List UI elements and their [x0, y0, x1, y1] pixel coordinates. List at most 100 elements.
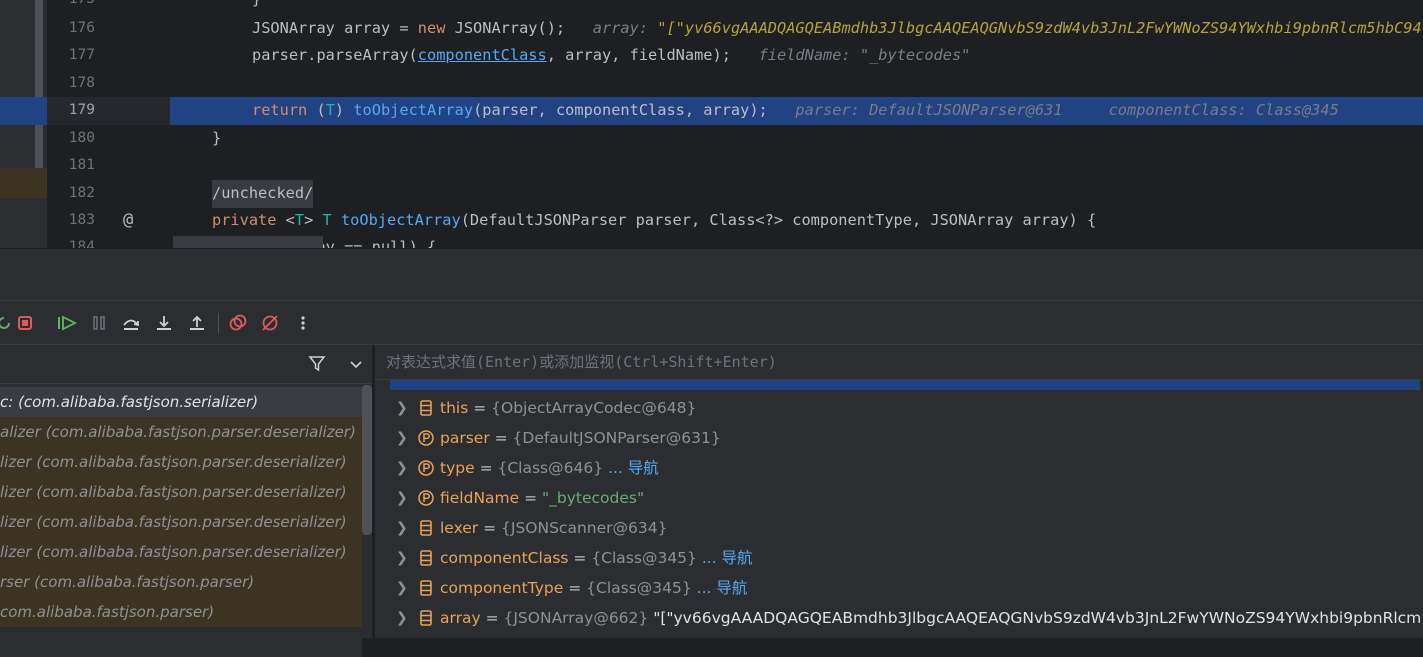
chevron-right-icon[interactable]: ❯ [396, 603, 408, 633]
param-icon [418, 460, 434, 476]
stack-frame[interactable]: lizer (com.alibaba.fastjson.parser.deser… [0, 447, 362, 477]
variable-name: type [440, 459, 475, 477]
variable-value: {Class@646} [497, 459, 604, 477]
stack-frame[interactable]: com.alibaba.fastjson.parser) [0, 597, 362, 627]
stack-frame-partial[interactable] [0, 627, 362, 657]
stack-frame[interactable]: lizer (com.alibaba.fastjson.parser.deser… [0, 477, 362, 507]
code-text: } [212, 129, 222, 147]
field-icon [420, 610, 432, 626]
variable-row[interactable]: ❯ type = {Class@646} ... 导航 [390, 453, 1420, 483]
evaluate-expression-input[interactable]: 对表达式求值(Enter)或添加监视(Ctrl+Shift+Enter) [375, 345, 1423, 380]
navigate-link[interactable]: ... 导航 [697, 579, 748, 597]
pause-button[interactable] [89, 313, 109, 333]
code-link[interactable]: componentClass [418, 46, 547, 64]
chevron-down-icon[interactable] [349, 356, 363, 375]
step-into-icon[interactable] [154, 313, 174, 333]
variable-value: {DefaultJSONParser@631} [512, 429, 721, 447]
inline-hint: parser: DefaultJSONParser@631 [795, 101, 1063, 119]
variable-row[interactable]: ❯ componentType = {Class@345} ... 导航 [390, 573, 1420, 603]
line-number: 183 [68, 212, 95, 228]
toolbar-separator [218, 313, 219, 333]
chevron-right-icon[interactable]: ❯ [396, 573, 408, 603]
code-line: 183 @ private <T> T toObjectArray(Defaul… [0, 207, 1423, 235]
stop-button[interactable] [15, 313, 35, 333]
step-out-icon[interactable] [187, 313, 207, 333]
code-line: 180 } [0, 125, 1423, 153]
param-icon [418, 430, 434, 446]
horizontal-scrollbar[interactable] [173, 236, 323, 248]
chevron-right-icon[interactable]: ❯ [396, 423, 408, 453]
execution-line: 179 return (T) toObjectArray(parser, com… [0, 97, 1423, 125]
variable-row[interactable]: ❯ lexer = {JSONScanner@634} [390, 513, 1420, 543]
inline-hint: array: [592, 19, 658, 37]
field-icon [420, 580, 432, 596]
chevron-right-icon[interactable]: ❯ [396, 393, 408, 423]
filter-icon[interactable] [308, 354, 326, 376]
code-line: 182 /unchecked/ [0, 180, 1423, 208]
inline-hint-value: "["yv66vgAAADQAGQEABmdhb3JlbgcAAQEAQGNvb… [657, 19, 1423, 37]
selected-variable-row[interactable] [390, 380, 1420, 390]
field-icon [420, 400, 432, 416]
code-line: 178 [0, 70, 1423, 98]
chevron-right-icon[interactable]: ❯ [396, 513, 408, 543]
variable-value: "_bytecodes" [542, 489, 645, 507]
debug-tool-window-header [0, 248, 1423, 301]
stack-frame[interactable]: lizer (com.alibaba.fastjson.parser.deser… [0, 507, 362, 537]
stack-frame[interactable]: lizer (com.alibaba.fastjson.parser.deser… [0, 537, 362, 567]
frames-scrollbar[interactable] [362, 385, 372, 535]
line-number: 182 [68, 185, 95, 201]
mute-breakpoints-icon[interactable] [260, 313, 280, 333]
variable-row[interactable]: ❯ fieldName = "_bytecodes" [390, 483, 1420, 513]
line-number: 175 [47, 0, 95, 14]
chevron-right-icon[interactable]: ❯ [396, 453, 408, 483]
more-options-icon[interactable] [293, 313, 313, 333]
code-line: 181 [0, 152, 1423, 180]
line-number: 179 [68, 102, 95, 118]
code-text: return (T) toObjectArray(parser, compone… [252, 101, 1339, 119]
chevron-right-icon[interactable]: ❯ [396, 483, 408, 513]
variable-row[interactable]: ❯ array = {JSONArray@662} "["yv66vgAAADQ… [390, 603, 1420, 633]
variable-name: parser [440, 429, 490, 447]
rerun-icon[interactable] [0, 313, 14, 333]
stack-frame[interactable]: alizer (com.alibaba.fastjson.parser.dese… [0, 417, 362, 447]
stack-frame[interactable]: c: (com.alibaba.fastjson.serializer) [0, 387, 362, 417]
variable-row[interactable]: ❯ this = {ObjectArrayCodec@648} [390, 393, 1420, 423]
variable-value: {JSONScanner@634} [501, 519, 668, 537]
inline-hint: componentClass: Class@345 [1108, 101, 1339, 119]
navigate-link[interactable]: ... 导航 [702, 549, 753, 567]
step-over-icon[interactable] [121, 313, 141, 333]
variable-value: {Class@345} [591, 549, 697, 567]
line-number: 180 [68, 130, 95, 146]
variable-string-value: "["yv66vgAAADQAGQEABmdhb3JlbgcAAQEAQGNvb… [653, 609, 1420, 627]
code-line: 176 JSONArray array = new JSONArray(); a… [0, 15, 1423, 43]
variable-name: componentType [440, 579, 564, 597]
folded-comment[interactable]: /unchecked/ [212, 180, 314, 208]
variable-row[interactable]: ❯ parser = {DefaultJSONParser@631} [390, 423, 1420, 453]
code-text: JSONArray array = new JSONArray(); array… [252, 15, 1423, 43]
line-number: 184 [68, 239, 95, 248]
variable-value: {ObjectArrayCodec@648} [491, 399, 697, 417]
override-at-icon[interactable]: @ [123, 207, 133, 235]
variable-name: this [440, 399, 469, 417]
code-text: private <T> T toObjectArray(DefaultJSONP… [212, 211, 1097, 229]
code-line: 177 parser.parseArray(componentClass, ar… [0, 42, 1423, 70]
line-number: 176 [68, 20, 95, 36]
field-icon [420, 520, 432, 536]
variable-name: array [440, 609, 481, 627]
line-number: 178 [68, 75, 95, 91]
variables-panel: 对表达式求值(Enter)或添加监视(Ctrl+Shift+Enter) ❯ t… [375, 344, 1423, 638]
navigate-link[interactable]: ... 导航 [608, 459, 659, 477]
chevron-right-icon[interactable]: ❯ [396, 543, 408, 573]
code-text: parser.parseArray(componentClass, array,… [252, 46, 971, 64]
variable-name: fieldName [440, 489, 520, 507]
code-editor[interactable]: 175 } 176 JSONArray array = new JSONArra… [0, 0, 1423, 248]
variable-row[interactable]: ❯ componentClass = {Class@345} ... 导航 [390, 543, 1420, 573]
stack-frame[interactable]: rser (com.alibaba.fastjson.parser) [0, 567, 362, 597]
view-breakpoints-icon[interactable] [228, 313, 248, 333]
variable-value: {Class@345} [586, 579, 692, 597]
line-number: 181 [68, 157, 95, 173]
variable-name: lexer [440, 519, 479, 537]
resume-button[interactable] [57, 313, 77, 333]
inline-hint: fieldName: "_bytecodes" [758, 46, 971, 64]
param-icon [418, 490, 434, 506]
